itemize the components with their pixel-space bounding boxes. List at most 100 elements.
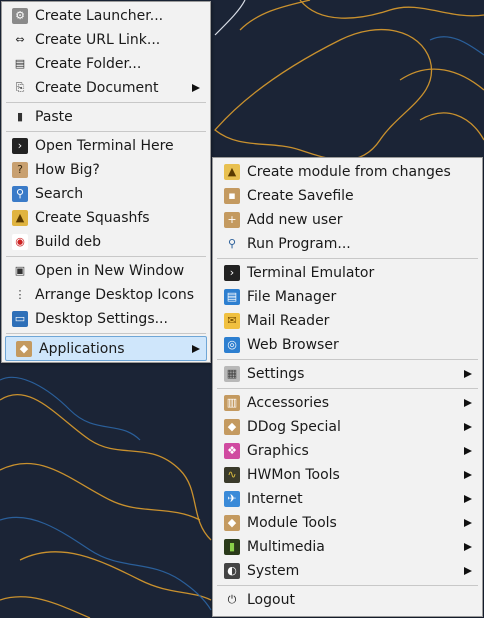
logout-icon: ⏻ — [227, 593, 237, 606]
size-icon: ? — [12, 162, 28, 178]
contour-line — [19, 551, 212, 601]
menu-item-paste[interactable]: ▮ Paste — [2, 105, 210, 129]
menu-item-create-squashfs[interactable]: ▲ Create Squashfs — [2, 206, 210, 230]
menu-item-label: How Big? — [35, 162, 100, 178]
menu-item-label: Open Terminal Here — [35, 138, 174, 154]
menu-item-settings[interactable]: ▦ Settings — [213, 362, 482, 386]
menu-item-label: HWMon Tools — [247, 467, 340, 483]
applications-submenu: ▲ Create module from changes ▪ Create Savef… — [212, 157, 483, 617]
menu-item-label: Create URL Link... — [35, 32, 161, 48]
menu-item-open-terminal-here[interactable]: › Open Terminal Here — [2, 134, 210, 158]
menu-item-internet[interactable]: ✈ Internet — [213, 487, 482, 511]
menu-item-label: Create Squashfs — [35, 210, 150, 226]
menu-item-label: Open in New Window — [35, 263, 185, 279]
contour-line — [429, 36, 484, 56]
deb-icon: ◉ — [12, 234, 28, 250]
desktop-icon: ▭ — [12, 311, 28, 327]
menu-item-add-new-user[interactable]: + Add new user — [213, 208, 482, 232]
menu-item-label: Multimedia — [247, 539, 325, 555]
submenu-arrow-icon — [464, 543, 472, 551]
module-tools-icon: ◆ — [224, 515, 240, 531]
run-icon: ⚲ — [227, 237, 237, 250]
menu-item-label: Create Savefile — [247, 188, 354, 204]
menu-item-label: Create Folder... — [35, 56, 142, 72]
file-manager-icon: ▤ — [224, 289, 240, 305]
menu-item-file-manager[interactable]: ▤ File Manager — [213, 285, 482, 309]
arrange-icon: ⋮ — [14, 288, 26, 301]
menu-item-label: Create Document — [35, 80, 159, 96]
menu-separator — [217, 388, 478, 389]
menu-item-ddog-special[interactable]: ◆ DDog Special — [213, 415, 482, 439]
menu-item-label: Graphics — [247, 443, 309, 459]
submenu-arrow-icon — [464, 471, 472, 479]
menu-item-create-document[interactable]: ⎘ Create Document — [2, 76, 210, 100]
menu-item-system[interactable]: ◐ System — [213, 559, 482, 583]
menu-item-web-browser[interactable]: ◎ Web Browser — [213, 333, 482, 357]
settings-icon: ▦ — [224, 366, 240, 382]
menu-item-label: Terminal Emulator — [247, 265, 375, 281]
menu-item-label: Logout — [247, 592, 295, 608]
savefile-icon: ▪ — [224, 188, 240, 204]
menu-item-label: Add new user — [247, 212, 343, 228]
menu-item-how-big[interactable]: ? How Big? — [2, 158, 210, 182]
module-icon: ▲ — [224, 164, 240, 180]
applications-icon: ◆ — [16, 340, 32, 357]
menu-item-create-folder[interactable]: ▤ Create Folder... — [2, 52, 210, 76]
contour-line — [239, 0, 311, 31]
menu-item-graphics[interactable]: ❖ Graphics — [213, 439, 482, 463]
menu-item-label: Internet — [247, 491, 303, 507]
internet-icon: ✈ — [224, 491, 240, 507]
menu-item-create-savefile[interactable]: ▪ Create Savefile — [213, 184, 482, 208]
submenu-arrow-icon — [464, 370, 472, 378]
menu-item-label: Accessories — [247, 395, 330, 411]
menu-item-accessories[interactable]: ▥ Accessories — [213, 391, 482, 415]
menu-separator — [6, 333, 206, 334]
multimedia-icon: ▮ — [224, 539, 240, 555]
menu-item-label: Applications — [39, 340, 125, 357]
menu-item-multimedia[interactable]: ▮ Multimedia — [213, 535, 482, 559]
menu-item-build-deb[interactable]: ◉ Build deb — [2, 230, 210, 254]
menu-item-label: System — [247, 563, 300, 579]
menu-item-search[interactable]: ⚲ Search — [2, 182, 210, 206]
menu-item-module-tools[interactable]: ◆ Module Tools — [213, 511, 482, 535]
menu-item-label: Desktop Settings... — [35, 311, 168, 327]
menu-item-label: Run Program... — [247, 236, 351, 252]
menu-separator — [217, 585, 478, 586]
desktop-context-menu: ⚙ Create Launcher... ⇔ Create URL Link... ▤ C… — [1, 1, 211, 363]
menu-item-create-launcher[interactable]: ⚙ Create Launcher... — [2, 4, 210, 28]
web-browser-icon: ◎ — [224, 337, 240, 353]
menu-item-run-program[interactable]: ⚲ Run Program... — [213, 232, 482, 256]
menu-item-applications[interactable]: ◆ Applications — [5, 336, 207, 361]
terminal-icon: › — [224, 265, 240, 281]
menu-item-create-url-link[interactable]: ⇔ Create URL Link... — [2, 28, 210, 52]
menu-item-terminal-emulator[interactable]: › Terminal Emulator — [213, 261, 482, 285]
contour-line — [419, 112, 484, 141]
hwmon-icon: ∿ — [224, 467, 240, 483]
menu-item-logout[interactable]: ⏻ Logout — [213, 588, 482, 612]
ddog-icon: ◆ — [224, 419, 240, 435]
menu-item-label: Paste — [35, 109, 73, 125]
menu-item-label: Module Tools — [247, 515, 337, 531]
launcher-icon: ⚙ — [12, 8, 28, 24]
menu-item-desktop-settings[interactable]: ▭ Desktop Settings... — [2, 307, 210, 331]
link-icon: ⇔ — [15, 33, 25, 46]
menu-item-mail-reader[interactable]: ✉ Mail Reader — [213, 309, 482, 333]
contour-line — [0, 462, 201, 521]
menu-item-open-in-new-window[interactable]: ▣ Open in New Window — [2, 259, 210, 283]
menu-item-hwmon-tools[interactable]: ∿ HWMon Tools — [213, 463, 482, 487]
menu-item-label: Build deb — [35, 234, 101, 250]
menu-item-label: Create module from changes — [247, 164, 451, 180]
terminal-icon: › — [12, 138, 28, 154]
paste-icon: ▮ — [16, 110, 24, 123]
submenu-arrow-icon — [464, 495, 472, 503]
menu-separator — [6, 256, 206, 257]
menu-item-create-module-from-changes[interactable]: ▲ Create module from changes — [213, 160, 482, 184]
contour-line — [0, 596, 91, 618]
system-icon: ◐ — [224, 563, 240, 579]
menu-separator — [217, 258, 478, 259]
menu-separator — [6, 102, 206, 103]
menu-item-label: Settings — [247, 366, 305, 382]
menu-item-label: DDog Special — [247, 419, 341, 435]
submenu-arrow-icon — [464, 399, 472, 407]
menu-item-arrange-desktop-icons[interactable]: ⋮ Arrange Desktop Icons — [2, 283, 210, 307]
